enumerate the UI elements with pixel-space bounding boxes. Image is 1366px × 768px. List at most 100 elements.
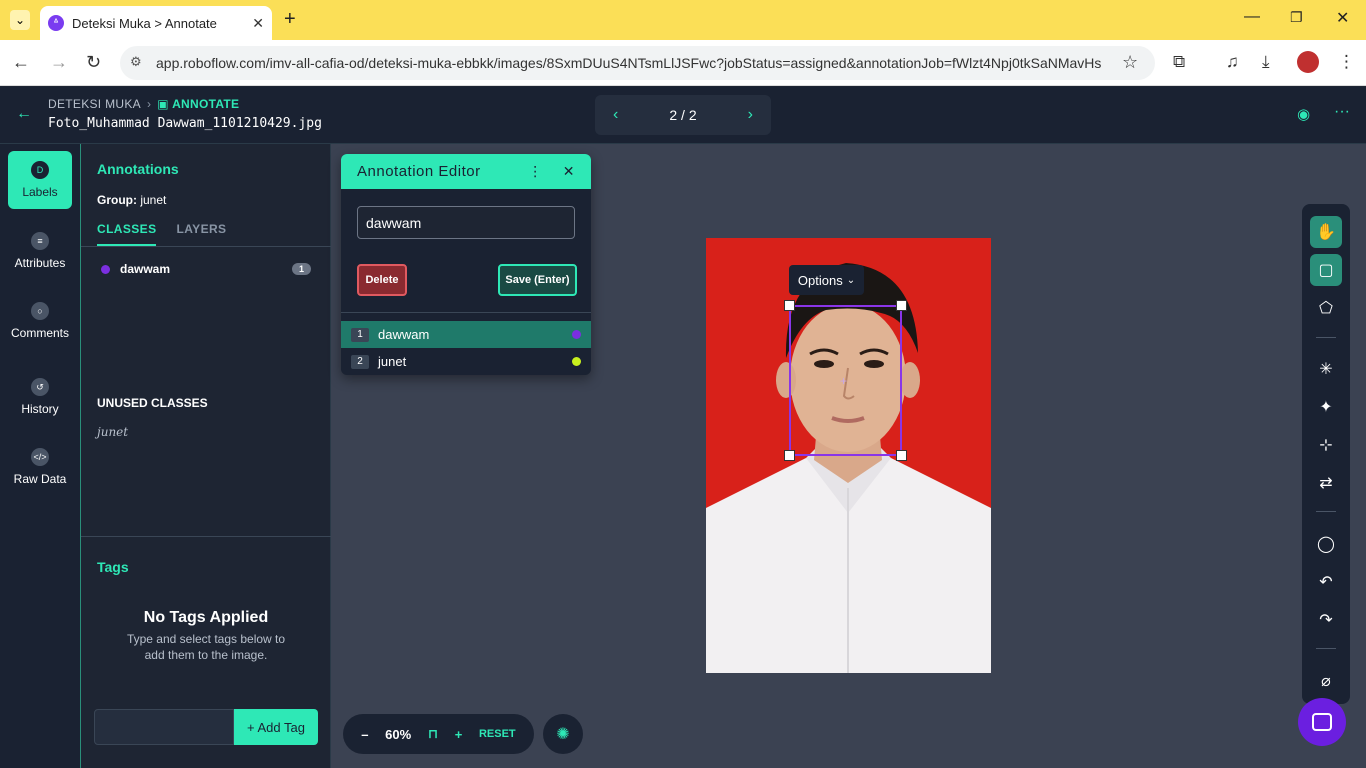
unused-class-item[interactable]: junet	[97, 425, 128, 439]
address-bar[interactable]: ⚙ app.roboflow.com/imv-all-cafia-od/dete…	[120, 46, 1155, 80]
tool-palette: ✋ ▢ ⬠ ✳ ✦ ⊹ ⇄ ◯ ↶ ↷ ⌀	[1302, 204, 1350, 704]
options-label: Options	[797, 272, 843, 288]
rail-item-labels[interactable]: D Labels	[8, 151, 72, 209]
breadcrumb: DETEKSI MUKA › ▣ ANNOTATE	[48, 97, 239, 111]
tab-classes[interactable]: CLASSES	[97, 222, 157, 246]
back-arrow-icon[interactable]: ←	[16, 105, 32, 123]
row-class-name: junet	[378, 354, 407, 369]
rail-item-history[interactable]: ↺ History	[8, 368, 72, 426]
new-tab-icon[interactable]: +	[284, 8, 296, 31]
image-pager: ‹ 2 / 2 ›	[595, 95, 771, 135]
divider	[81, 246, 331, 247]
panel-title: Annotations	[97, 161, 179, 177]
no-tags-title: No Tags Applied	[143, 609, 269, 626]
attributes-icon: ≡	[31, 232, 49, 250]
class-name: dawwam	[120, 262, 171, 276]
class-name-input[interactable]: dawwam	[357, 206, 575, 239]
tag-input[interactable]	[94, 709, 234, 745]
divider	[81, 536, 331, 537]
divider	[1316, 511, 1336, 512]
breadcrumb-project[interactable]: DETEKSI MUKA	[48, 97, 141, 111]
bounding-box-tool-icon[interactable]: ▢	[1310, 254, 1342, 286]
prev-image-icon[interactable]: ‹	[613, 106, 618, 124]
undo-icon[interactable]: ↶	[1310, 566, 1342, 598]
magic-wand-icon[interactable]: ✦	[1310, 391, 1342, 423]
annotations-panel: Annotations Group: junet CLASSES LAYERS …	[80, 144, 331, 768]
download-icon[interactable]: ⤓	[1262, 52, 1270, 72]
group-line: Group: junet	[97, 193, 166, 207]
chat-icon	[1312, 713, 1332, 731]
divider	[341, 312, 591, 313]
unused-classes-title: UNUSED CLASSES	[97, 396, 208, 410]
url-text: app.roboflow.com/imv-all-cafia-od/deteks…	[156, 55, 1102, 71]
next-image-icon[interactable]: ›	[748, 106, 753, 124]
rail-item-attributes[interactable]: ≡ Attributes	[8, 222, 72, 280]
back-icon[interactable]: ←	[12, 52, 30, 73]
resize-handle[interactable]	[784, 450, 795, 461]
rail-label: Labels	[22, 185, 58, 199]
divider	[1316, 337, 1336, 338]
editor-title: Annotation Editor	[357, 163, 481, 180]
profile-avatar[interactable]	[1297, 51, 1319, 73]
pan-hand-icon[interactable]: ✋	[1310, 216, 1342, 248]
more-menu-icon[interactable]: ···	[1334, 103, 1350, 121]
rail-item-raw-data[interactable]: </> Raw Data	[8, 438, 72, 496]
class-row[interactable]: dawwam 1	[101, 262, 311, 276]
bookmark-star-icon[interactable]: ☆	[1122, 52, 1138, 73]
browser-tabstrip: ⌄ ᐞ Deteksi Muka > Annotate ✕ + — ❐ ✕	[0, 0, 1366, 40]
chrome-menu-icon[interactable]: ⋮	[1338, 52, 1355, 72]
tab-layers[interactable]: LAYERS	[176, 222, 226, 246]
extensions-icon[interactable]: ⧉	[1173, 52, 1185, 72]
zoom-value: 60%	[385, 726, 412, 742]
resize-handle[interactable]	[896, 300, 907, 311]
editor-class-row[interactable]: 1 dawwam	[341, 321, 591, 348]
zoom-out-button[interactable]: –	[361, 727, 368, 742]
site-info-icon[interactable]: ⚙	[130, 54, 142, 70]
restore-icon[interactable]: ❐	[1290, 9, 1303, 26]
editor-close-icon[interactable]: ✕	[563, 163, 575, 180]
canvas-settings-icon[interactable]: ✺	[543, 714, 583, 754]
keypoint-tool-icon[interactable]: ⊹	[1310, 429, 1342, 461]
editor-class-row[interactable]: 2 junet	[341, 348, 591, 375]
window-close-icon[interactable]: ✕	[1336, 8, 1349, 28]
rail-label: History	[21, 402, 59, 416]
hide-annotations-icon[interactable]: ◉	[1297, 105, 1310, 123]
redo-icon[interactable]: ↷	[1310, 604, 1342, 636]
tab-close-icon[interactable]: ✕	[252, 15, 264, 32]
options-button[interactable]: Options ⌄	[789, 265, 864, 295]
browser-tab[interactable]: ᐞ Deteksi Muka > Annotate ✕	[40, 6, 272, 40]
zoom-in-button[interactable]: +	[455, 727, 463, 742]
code-icon: </>	[31, 448, 49, 466]
editor-header: Annotation Editor ⋮ ✕	[341, 154, 591, 189]
class-color-dot	[101, 264, 110, 274]
polygon-tool-icon[interactable]: ⬠	[1310, 292, 1342, 324]
save-button[interactable]: Save (Enter)	[498, 264, 577, 296]
comment-icon[interactable]: ◯	[1310, 528, 1342, 560]
no-tags-subtitle: Type and select tags below to add them t…	[126, 632, 286, 662]
rail-label: Comments	[10, 326, 69, 340]
null-annotation-icon[interactable]: ⌀	[1310, 665, 1342, 697]
minimize-icon[interactable]: —	[1244, 8, 1260, 26]
delete-button[interactable]: Delete	[357, 264, 407, 296]
tab-search-icon[interactable]: ⌄	[10, 10, 30, 30]
class-color-dot	[572, 357, 581, 366]
breadcrumb-section: ANNOTATE	[172, 97, 240, 111]
media-icon[interactable]: ♫	[1226, 52, 1239, 72]
support-chat-button[interactable]	[1298, 698, 1346, 746]
smart-polygon-icon[interactable]: ✳	[1310, 353, 1342, 385]
zoom-lock-icon[interactable]: ⊓	[428, 726, 438, 742]
resize-handle[interactable]	[784, 300, 795, 311]
rail-item-comments[interactable]: ○ Comments	[8, 292, 72, 350]
class-color-dot	[572, 330, 581, 339]
resize-handle[interactable]	[896, 450, 907, 461]
annotation-editor: Annotation Editor ⋮ ✕ dawwam Delete Save…	[341, 154, 591, 375]
browser-toolbar: ← → ↻ ⚙ app.roboflow.com/imv-all-cafia-o…	[0, 40, 1366, 86]
repeat-icon[interactable]: ⇄	[1310, 467, 1342, 499]
add-tag-button[interactable]: + Add Tag	[234, 709, 318, 745]
history-icon: ↺	[31, 378, 49, 396]
editor-menu-icon[interactable]: ⋮	[528, 163, 543, 180]
reload-icon[interactable]: ↻	[86, 52, 101, 73]
reset-zoom-button[interactable]: RESET	[479, 728, 516, 740]
annotate-icon: ▣	[157, 97, 173, 111]
forward-icon[interactable]: →	[50, 52, 68, 73]
